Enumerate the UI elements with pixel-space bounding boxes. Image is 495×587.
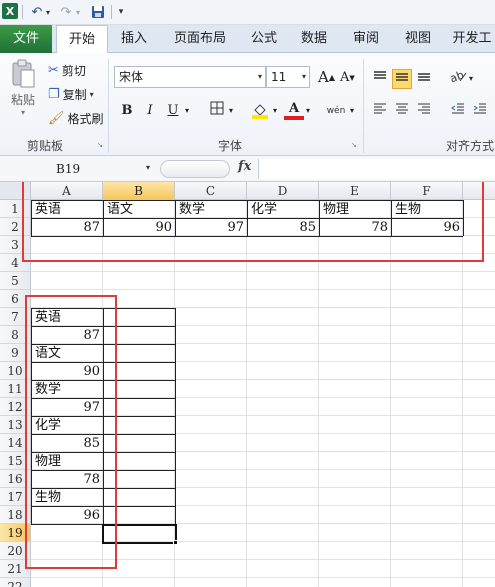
font-color-icon: A	[288, 101, 300, 116]
divider	[22, 5, 23, 19]
fx-icon: fx	[238, 159, 252, 174]
tab-file[interactable]: 文件	[0, 25, 52, 53]
shrink-font-button[interactable]: A ▼	[340, 70, 355, 85]
orientation-icon[interactable]: ab	[448, 68, 468, 89]
tab-formulas[interactable]: 公式	[242, 25, 286, 53]
row-header-5[interactable]: 5	[0, 272, 31, 290]
customize-qat-icon[interactable]: ▾	[116, 3, 126, 21]
ribbon-home: 粘贴 ▾ ✂ 剪切 ❐ 复制 ▾ 🖌 格式刷 剪贴板 ↘ 宋体 ▾ 11 ▾ A…	[0, 53, 495, 156]
fill-color-icon[interactable]	[250, 101, 270, 121]
align-center-icon[interactable]	[392, 101, 412, 121]
svg-text:ab: ab	[449, 69, 466, 83]
font-name-select[interactable]: 宋体 ▾	[114, 66, 266, 88]
save-icon[interactable]	[90, 3, 106, 21]
font-group-label: 字体	[217, 139, 242, 153]
chevron-down-icon[interactable]: ▾	[270, 101, 280, 121]
phonetic-icon: wén	[326, 106, 346, 116]
align-left-icon[interactable]	[370, 101, 390, 121]
align-middle-icon[interactable]	[392, 69, 412, 89]
annotation-box-vertical	[25, 295, 117, 569]
ribbon-tabs: 文件 开始 插入 页面布局 公式 数据 审阅 视图 开发工	[0, 25, 495, 54]
formula-bar-divider[interactable]	[160, 160, 230, 178]
cut-label: 剪切	[61, 64, 86, 78]
clipboard-group-label: 剪贴板	[26, 139, 63, 153]
chevron-down-icon: ▾	[89, 90, 94, 99]
tab-home[interactable]: 开始	[56, 25, 108, 54]
copy-button[interactable]: ❐ 复制 ▾	[48, 86, 94, 103]
borders-icon[interactable]	[207, 101, 227, 121]
chevron-down-icon[interactable]: ▾	[466, 69, 476, 89]
format-painter-label: 格式刷	[67, 112, 104, 126]
tab-data[interactable]: 数据	[292, 25, 336, 53]
font-size-value: 11	[271, 70, 287, 84]
italic-button[interactable]: I	[140, 101, 160, 121]
tab-developer[interactable]: 开发工	[448, 25, 495, 53]
chevron-down-icon[interactable]: ▾	[226, 101, 236, 121]
fill-handle[interactable]	[173, 540, 178, 545]
scissors-icon: ✂	[48, 63, 59, 78]
grow-font-icon: A	[318, 68, 329, 86]
quick-access-toolbar: X ↶ ▾ ↷ ▾ ▾	[0, 0, 495, 25]
increase-indent-icon[interactable]	[470, 101, 490, 121]
grow-font-button[interactable]: A ▲	[318, 68, 335, 86]
divider	[363, 59, 364, 153]
font-size-select[interactable]: 11 ▾	[266, 66, 310, 88]
excel-icon[interactable]: X	[2, 3, 18, 19]
chevron-down-icon[interactable]: ▾	[146, 163, 150, 172]
font-color-button[interactable]: A	[284, 101, 304, 121]
gridline	[31, 271, 495, 272]
copy-icon: ❐	[48, 87, 60, 102]
alignment-group-label: 对齐方式	[446, 139, 495, 153]
tab-view[interactable]: 视图	[396, 25, 440, 53]
chevron-down-icon: ▾	[20, 108, 25, 117]
copy-label: 复制	[62, 88, 87, 102]
underline-button[interactable]: U	[163, 101, 183, 121]
tab-review[interactable]: 审阅	[344, 25, 388, 53]
paste-label: 粘贴	[10, 93, 35, 107]
gridline	[31, 577, 495, 578]
dialog-launcher-icon[interactable]: ↘	[97, 141, 103, 149]
chevron-down-icon: ▾	[301, 72, 306, 81]
chevron-down-icon[interactable]: ▾	[44, 3, 52, 21]
brush-icon: 🖌	[48, 111, 65, 126]
annotation-box-horizontal	[22, 182, 484, 262]
formula-bar: B19 ▾ fx	[0, 156, 495, 182]
tab-page-layout[interactable]: 页面布局	[162, 25, 238, 53]
formula-input[interactable]	[258, 159, 495, 179]
format-painter-button[interactable]: 🖌 格式刷	[48, 110, 104, 127]
chevron-down-icon[interactable]: ▾	[303, 101, 313, 121]
align-top-icon[interactable]	[370, 69, 390, 89]
row-header-22[interactable]: 22	[0, 578, 31, 587]
paste-button[interactable]: 粘贴 ▾	[8, 59, 38, 117]
chevron-down-icon[interactable]: ▾	[182, 101, 192, 121]
chevron-down-icon[interactable]: ▾	[74, 3, 82, 21]
divider	[108, 59, 109, 153]
gridline	[31, 289, 495, 290]
name-box[interactable]: B19	[28, 160, 156, 178]
divider	[111, 5, 112, 19]
align-bottom-icon[interactable]	[414, 69, 434, 89]
redo-icon[interactable]: ↷	[57, 3, 75, 21]
align-right-icon[interactable]	[414, 101, 434, 121]
tab-insert[interactable]: 插入	[112, 25, 156, 53]
paste-icon	[12, 59, 35, 88]
dialog-launcher-icon[interactable]: ↘	[351, 141, 357, 149]
worksheet-grid[interactable]: ABCDEF 1 2 3 4 5 6 7 8 9 10 11 12 13 14 15 16 17 18 19 20 21…	[0, 182, 495, 587]
phonetic-button[interactable]: wén	[322, 101, 350, 121]
cut-button[interactable]: ✂ 剪切	[48, 62, 86, 79]
decrease-indent-icon[interactable]	[448, 101, 468, 121]
cell-border	[175, 308, 176, 524]
shrink-font-icon: A	[340, 70, 350, 85]
font-name-value: 宋体	[119, 70, 144, 84]
chevron-down-icon: ▾	[257, 72, 262, 81]
chevron-down-icon[interactable]: ▾	[347, 101, 357, 121]
insert-function-button[interactable]: fx	[238, 159, 251, 174]
bold-button[interactable]: B	[117, 101, 137, 121]
